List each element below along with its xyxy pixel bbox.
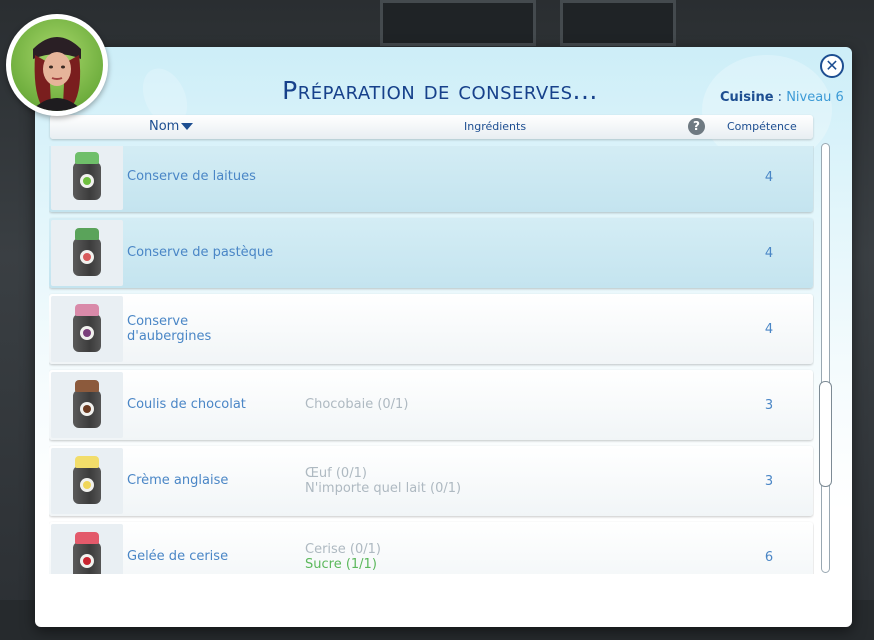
jar-thumbnail (51, 448, 123, 514)
help-icon[interactable]: ? (688, 118, 705, 135)
jar-icon (73, 532, 101, 574)
column-header-competence[interactable]: Compétence (727, 120, 797, 133)
recipe-list: Conserve de laitues 4 Conserve de pastèque… (49, 146, 814, 574)
recipe-row[interactable]: Crème anglaise Œuf (0/1) N'importe quel la… (49, 446, 813, 516)
jar-thumbnail (51, 372, 123, 438)
jar-lid (75, 532, 99, 544)
recipe-row[interactable]: Coulis de chocolat Chocobaie (0/1) 3 (49, 370, 813, 440)
recipe-name: Gelée de cerise (127, 549, 229, 564)
recipe-name: Coulis de chocolat (127, 397, 246, 412)
dialog-title: Préparation de conserves... (282, 76, 598, 105)
column-header-name[interactable]: Nom (149, 119, 194, 134)
jar-lid (75, 456, 99, 468)
scrollbar-track[interactable] (821, 143, 830, 573)
recipe-row[interactable]: Conserve de laitues 4 (49, 146, 813, 212)
jar-thumbnail (51, 524, 123, 574)
close-icon: ✕ (825, 56, 839, 75)
jar-icon (73, 228, 101, 276)
jar-lid (75, 380, 99, 392)
ingredient-item: Chocobaie (0/1) (305, 397, 409, 412)
jar-thumbnail (51, 296, 123, 362)
recipe-row[interactable]: Conserve de pastèque 4 (49, 218, 813, 288)
recipe-ingredients: Œuf (0/1) N'importe quel lait (0/1) (305, 466, 461, 496)
jar-lid (75, 304, 99, 316)
background-window (560, 0, 676, 46)
recipe-name: Conserve de laitues (127, 169, 256, 184)
close-button[interactable]: ✕ (820, 54, 844, 78)
recipe-competence: 4 (764, 170, 774, 185)
column-name-label: Nom (149, 119, 180, 134)
jar-icon (73, 456, 101, 504)
ingredient-item: Œuf (0/1) (305, 466, 367, 481)
ingredient-item: N'importe quel lait (0/1) (305, 481, 462, 496)
jar-lid (75, 228, 99, 240)
recipe-name: Conserve de pastèque (127, 245, 274, 260)
ingredient-item: Cerise (0/1) (305, 542, 382, 557)
recipe-row[interactable]: Conserve d'aubergines 4 (49, 294, 813, 364)
sim-portrait (11, 19, 103, 111)
ingredient-item: Sucre (1/1) (305, 557, 377, 572)
jar-fruit (83, 557, 91, 565)
column-header-ingredients: Ingrédients (464, 120, 527, 133)
jar-fruit (83, 405, 91, 413)
jar-fruit (83, 329, 91, 337)
jar-thumbnail (51, 220, 123, 286)
jar-fruit (83, 177, 91, 185)
skill-level: Niveau 6 (786, 90, 844, 105)
jar-fruit (83, 253, 91, 261)
recipe-row[interactable]: Gelée de cerise Cerise (0/1) Sucre (1/1) 6 (49, 522, 813, 574)
sim-avatar[interactable] (6, 14, 108, 116)
sort-down-icon (181, 123, 194, 130)
recipe-competence: 4 (764, 246, 774, 261)
recipe-competence: 3 (764, 474, 774, 489)
recipe-competence: 6 (764, 550, 774, 565)
recipe-ingredients: Cerise (0/1) Sucre (1/1) (305, 542, 381, 572)
table-header: Nom Ingrédients ? Compétence (50, 115, 813, 139)
jar-lid (75, 152, 99, 164)
skill-separator: : (773, 90, 787, 105)
jar-icon (73, 380, 101, 428)
recipe-competence: 4 (764, 322, 774, 337)
recipe-ingredients: Chocobaie (0/1) (305, 397, 408, 412)
sim-portrait-image (31, 37, 83, 111)
recipe-name: Crème anglaise (127, 473, 229, 488)
background-window (380, 0, 536, 46)
jar-fruit (83, 481, 91, 489)
skill-label: Cuisine (720, 90, 774, 105)
recipe-competence: 3 (764, 398, 774, 413)
jar-icon (73, 152, 101, 200)
jar-thumbnail (51, 146, 123, 210)
scrollbar-thumb[interactable] (819, 381, 832, 487)
recipe-name: Conserve d'aubergines (127, 314, 212, 344)
skill-indicator: Cuisine : Niveau 6 (720, 90, 844, 105)
jar-icon (73, 304, 101, 352)
